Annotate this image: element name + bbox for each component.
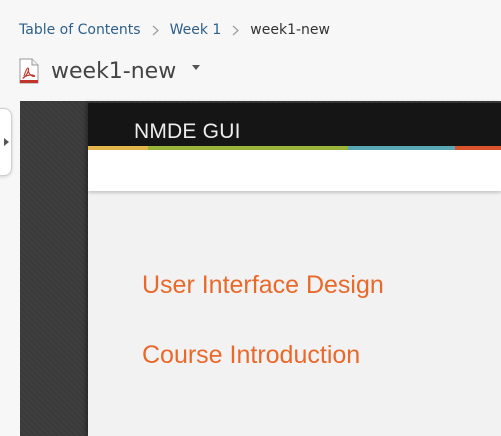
document-title: week1-new (51, 58, 177, 84)
chevron-right-icon (232, 25, 240, 36)
document-title-row: week1-new (19, 54, 201, 88)
caret-down-icon[interactable] (192, 64, 201, 70)
breadcrumb-table-of-contents[interactable]: Table of Contents (19, 22, 141, 38)
breadcrumb-week-1[interactable]: Week 1 (170, 22, 222, 38)
breadcrumb-current: week1-new (250, 22, 330, 38)
slide-header: NMDE GUI (88, 103, 501, 146)
pdf-file-icon (19, 58, 39, 84)
slide-line-title: User Interface Design (142, 271, 384, 299)
breadcrumb: Table of Contents Week 1 week1-new (19, 19, 330, 41)
slide-line-subtitle: Course Introduction (142, 341, 361, 369)
chevron-right-icon (152, 25, 159, 36)
arrow-right-icon (3, 138, 9, 146)
sidebar-toggle[interactable] (0, 108, 12, 176)
slide-page: NMDE GUI User Interface Design Course In… (88, 103, 501, 436)
slide-header-title: NMDE GUI (134, 120, 241, 143)
slide-subheader-band (88, 150, 501, 191)
